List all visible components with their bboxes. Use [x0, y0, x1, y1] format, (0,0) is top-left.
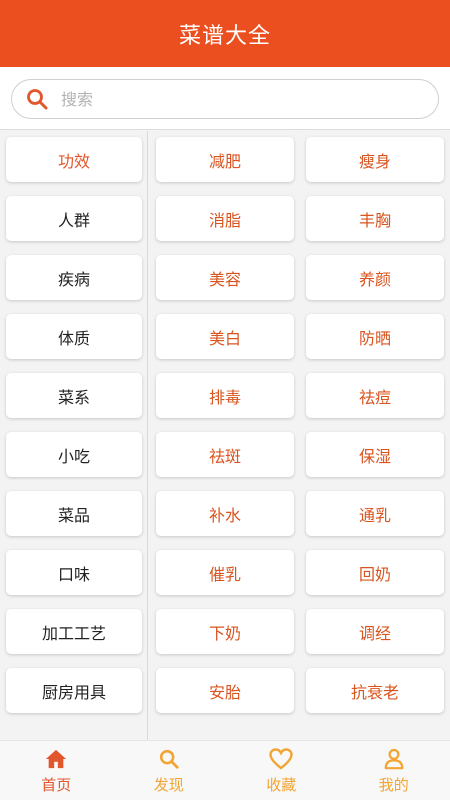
- subcategory-item[interactable]: 祛痘: [306, 373, 444, 418]
- subcategory-item[interactable]: 防晒: [306, 314, 444, 359]
- subcategory-item[interactable]: 安胎: [156, 668, 294, 713]
- subcategory-item[interactable]: 通乳: [306, 491, 444, 536]
- subcategory-item[interactable]: 补水: [156, 491, 294, 536]
- category-item-gongxiao[interactable]: 功效: [6, 137, 142, 182]
- home-icon: [44, 747, 68, 771]
- tab-favorites[interactable]: 收藏: [225, 741, 338, 800]
- tab-home[interactable]: 首页: [0, 741, 113, 800]
- subcategory-grid: 减肥 瘦身 消脂 丰胸 美容 养颜 美白 防晒 排毒 祛痘 祛斑 保湿 补水 通…: [149, 131, 450, 740]
- subcategory-item[interactable]: 催乳: [156, 550, 294, 595]
- category-list: 功效 人群 疾病 体质 菜系 小吃 菜品 口味 加工工艺 厨房用具: [0, 131, 148, 740]
- category-content: 功效 人群 疾病 体质 菜系 小吃 菜品 口味 加工工艺 厨房用具 减肥 瘦身 …: [0, 131, 450, 740]
- category-item-caipin[interactable]: 菜品: [6, 491, 142, 536]
- subcategory-item[interactable]: 消脂: [156, 196, 294, 241]
- category-item-xiaochi[interactable]: 小吃: [6, 432, 142, 477]
- search-input[interactable]: [61, 89, 401, 109]
- page-title: 菜谱大全: [178, 23, 271, 49]
- search-box[interactable]: [11, 79, 439, 119]
- subcategory-item[interactable]: 丰胸: [306, 196, 444, 241]
- heart-icon: [269, 747, 293, 771]
- tab-mine[interactable]: 我的: [338, 741, 450, 800]
- category-item-jiagong[interactable]: 加工工艺: [6, 609, 142, 654]
- subcategory-item[interactable]: 调经: [306, 609, 444, 654]
- subcategory-item[interactable]: 排毒: [156, 373, 294, 418]
- subcategory-item[interactable]: 瘦身: [306, 137, 444, 182]
- subcategory-item[interactable]: 保湿: [306, 432, 444, 477]
- category-item-renqun[interactable]: 人群: [6, 196, 142, 241]
- subcategory-item[interactable]: 美容: [156, 255, 294, 300]
- subcategory-item[interactable]: 祛斑: [156, 432, 294, 477]
- search-icon: [157, 747, 181, 771]
- category-item-tizhi[interactable]: 体质: [6, 314, 142, 359]
- category-item-jibing[interactable]: 疾病: [6, 255, 142, 300]
- bottom-tab-bar: 首页 发现 收藏 我的: [0, 740, 450, 800]
- user-icon: [382, 747, 406, 771]
- subcategory-item[interactable]: 下奶: [156, 609, 294, 654]
- tab-discover[interactable]: 发现: [113, 741, 226, 800]
- app-header: 菜谱大全: [0, 0, 450, 67]
- search-bar: [0, 67, 450, 130]
- search-icon: [25, 86, 51, 112]
- category-item-chufang[interactable]: 厨房用具: [6, 668, 142, 713]
- category-item-kouwei[interactable]: 口味: [6, 550, 142, 595]
- subcategory-item[interactable]: 回奶: [306, 550, 444, 595]
- subcategory-item[interactable]: 减肥: [156, 137, 294, 182]
- subcategory-item[interactable]: 美白: [156, 314, 294, 359]
- subcategory-item[interactable]: 养颜: [306, 255, 444, 300]
- category-item-caixi[interactable]: 菜系: [6, 373, 142, 418]
- subcategory-item[interactable]: 抗衰老: [306, 668, 444, 713]
